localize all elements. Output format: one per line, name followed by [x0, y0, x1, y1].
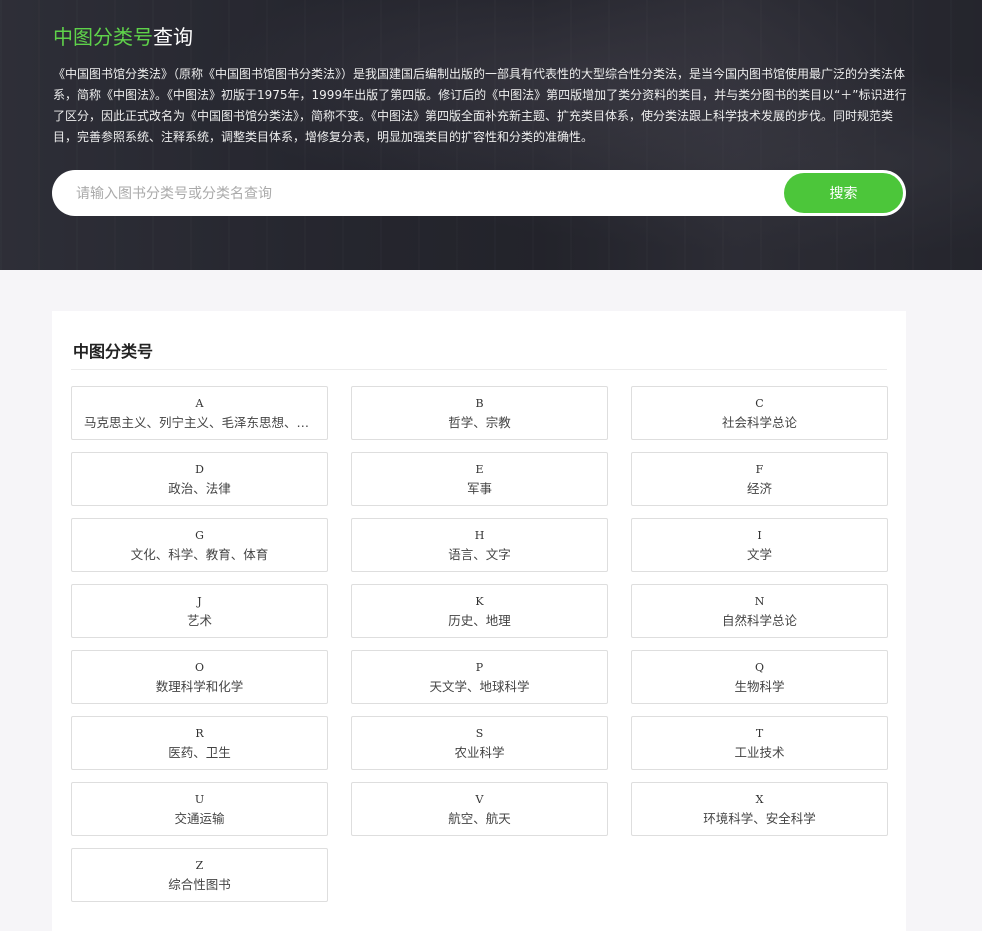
category-code: B	[475, 397, 484, 410]
category-code: D	[195, 463, 204, 476]
panel-title: 中图分类号	[73, 342, 154, 361]
category-name: 军事	[466, 481, 492, 496]
category-code: U	[194, 793, 205, 806]
category-card-x[interactable]: X 环境科学、安全科学	[631, 782, 888, 836]
page-title-rest: 查询	[153, 25, 193, 49]
category-code: R	[195, 727, 204, 740]
category-code: G	[195, 529, 204, 542]
category-name: 艺术	[186, 613, 212, 628]
category-card-h[interactable]: H 语言、文字	[351, 518, 608, 572]
category-name: 医药、卫生	[168, 745, 231, 760]
category-name: 文学	[746, 547, 772, 562]
category-name: 工业技术	[734, 745, 785, 760]
category-name: 马克思主义、列宁主义、毛泽东思想、邓小平理论	[84, 415, 315, 430]
category-card-q[interactable]: Q 生物科学	[631, 650, 888, 704]
category-name: 语言、文字	[448, 547, 511, 562]
category-name: 交通运输	[174, 811, 225, 826]
category-name: 生物科学	[734, 679, 785, 694]
category-code: C	[755, 397, 764, 410]
category-card-g[interactable]: G 文化、科学、教育、体育	[71, 518, 328, 572]
category-code: K	[475, 595, 484, 608]
category-card-o[interactable]: O 数理科学和化学	[71, 650, 328, 704]
category-name: 哲学、宗教	[448, 415, 511, 430]
category-code: E	[475, 463, 484, 476]
category-code: F	[755, 463, 764, 476]
category-card-e[interactable]: E 军事	[351, 452, 608, 506]
category-card-v[interactable]: V 航空、航天	[351, 782, 608, 836]
category-code: J	[197, 595, 202, 608]
page-title-accent: 中图分类号	[53, 25, 153, 49]
category-code: N	[754, 595, 765, 608]
category-code: S	[475, 727, 484, 740]
category-code: A	[195, 397, 204, 410]
category-card-d[interactable]: D 政治、法律	[71, 452, 328, 506]
panel-divider	[71, 369, 887, 370]
category-name: 自然科学总论	[721, 613, 797, 628]
category-card-c[interactable]: C 社会科学总论	[631, 386, 888, 440]
category-code: I	[757, 529, 762, 542]
category-code: Q	[754, 661, 765, 674]
hero-banner: 中图分类号查询 《中国图书馆分类法》（原称《中国图书馆图书分类法》）是我国建国后…	[0, 0, 982, 270]
category-name: 文化、科学、教育、体育	[130, 547, 269, 562]
category-card-j[interactable]: J 艺术	[71, 584, 328, 638]
search-button[interactable]: 搜索	[784, 173, 903, 213]
category-name: 环境科学、安全科学	[703, 811, 816, 826]
category-card-f[interactable]: F 经济	[631, 452, 888, 506]
category-name: 航空、航天	[448, 811, 511, 826]
category-card-i[interactable]: I 文学	[631, 518, 888, 572]
category-grid: A 马克思主义、列宁主义、毛泽东思想、邓小平理论 B 哲学、宗教 C 社会科学总论 D 政治、…	[71, 386, 888, 902]
category-code: H	[474, 529, 485, 542]
search-bar: 搜索	[52, 170, 906, 216]
category-name: 政治、法律	[168, 481, 231, 496]
page-title: 中图分类号查询	[53, 24, 193, 50]
category-card-p[interactable]: P 天文学、地球科学	[351, 650, 608, 704]
category-name: 数理科学和化学	[155, 679, 244, 694]
category-card-b[interactable]: B 哲学、宗教	[351, 386, 608, 440]
category-card-z[interactable]: Z 综合性图书	[71, 848, 328, 902]
category-code: Z	[195, 859, 204, 872]
search-input[interactable]	[74, 178, 778, 210]
category-card-s[interactable]: S 农业科学	[351, 716, 608, 770]
category-name: 历史、地理	[448, 613, 511, 628]
category-name: 天文学、地球科学	[429, 679, 530, 694]
category-name: 农业科学	[454, 745, 505, 760]
category-card-r[interactable]: R 医药、卫生	[71, 716, 328, 770]
category-card-t[interactable]: T 工业技术	[631, 716, 888, 770]
category-card-u[interactable]: U 交通运输	[71, 782, 328, 836]
category-code: P	[475, 661, 484, 674]
category-code: V	[475, 793, 484, 806]
category-code: X	[755, 793, 764, 806]
category-card-n[interactable]: N 自然科学总论	[631, 584, 888, 638]
category-name: 经济	[746, 481, 772, 496]
category-card-a[interactable]: A 马克思主义、列宁主义、毛泽东思想、邓小平理论	[71, 386, 328, 440]
classification-panel: 中图分类号 A 马克思主义、列宁主义、毛泽东思想、邓小平理论 B 哲学、宗教 C 社会科学…	[52, 311, 906, 931]
hero-description: 《中国图书馆分类法》（原称《中国图书馆图书分类法》）是我国建国后编制出版的一部具…	[53, 67, 907, 144]
category-name: 社会科学总论	[721, 415, 797, 430]
category-code: T	[755, 727, 764, 740]
category-code: O	[194, 661, 205, 674]
category-name: 综合性图书	[168, 877, 231, 892]
category-card-k[interactable]: K 历史、地理	[351, 584, 608, 638]
